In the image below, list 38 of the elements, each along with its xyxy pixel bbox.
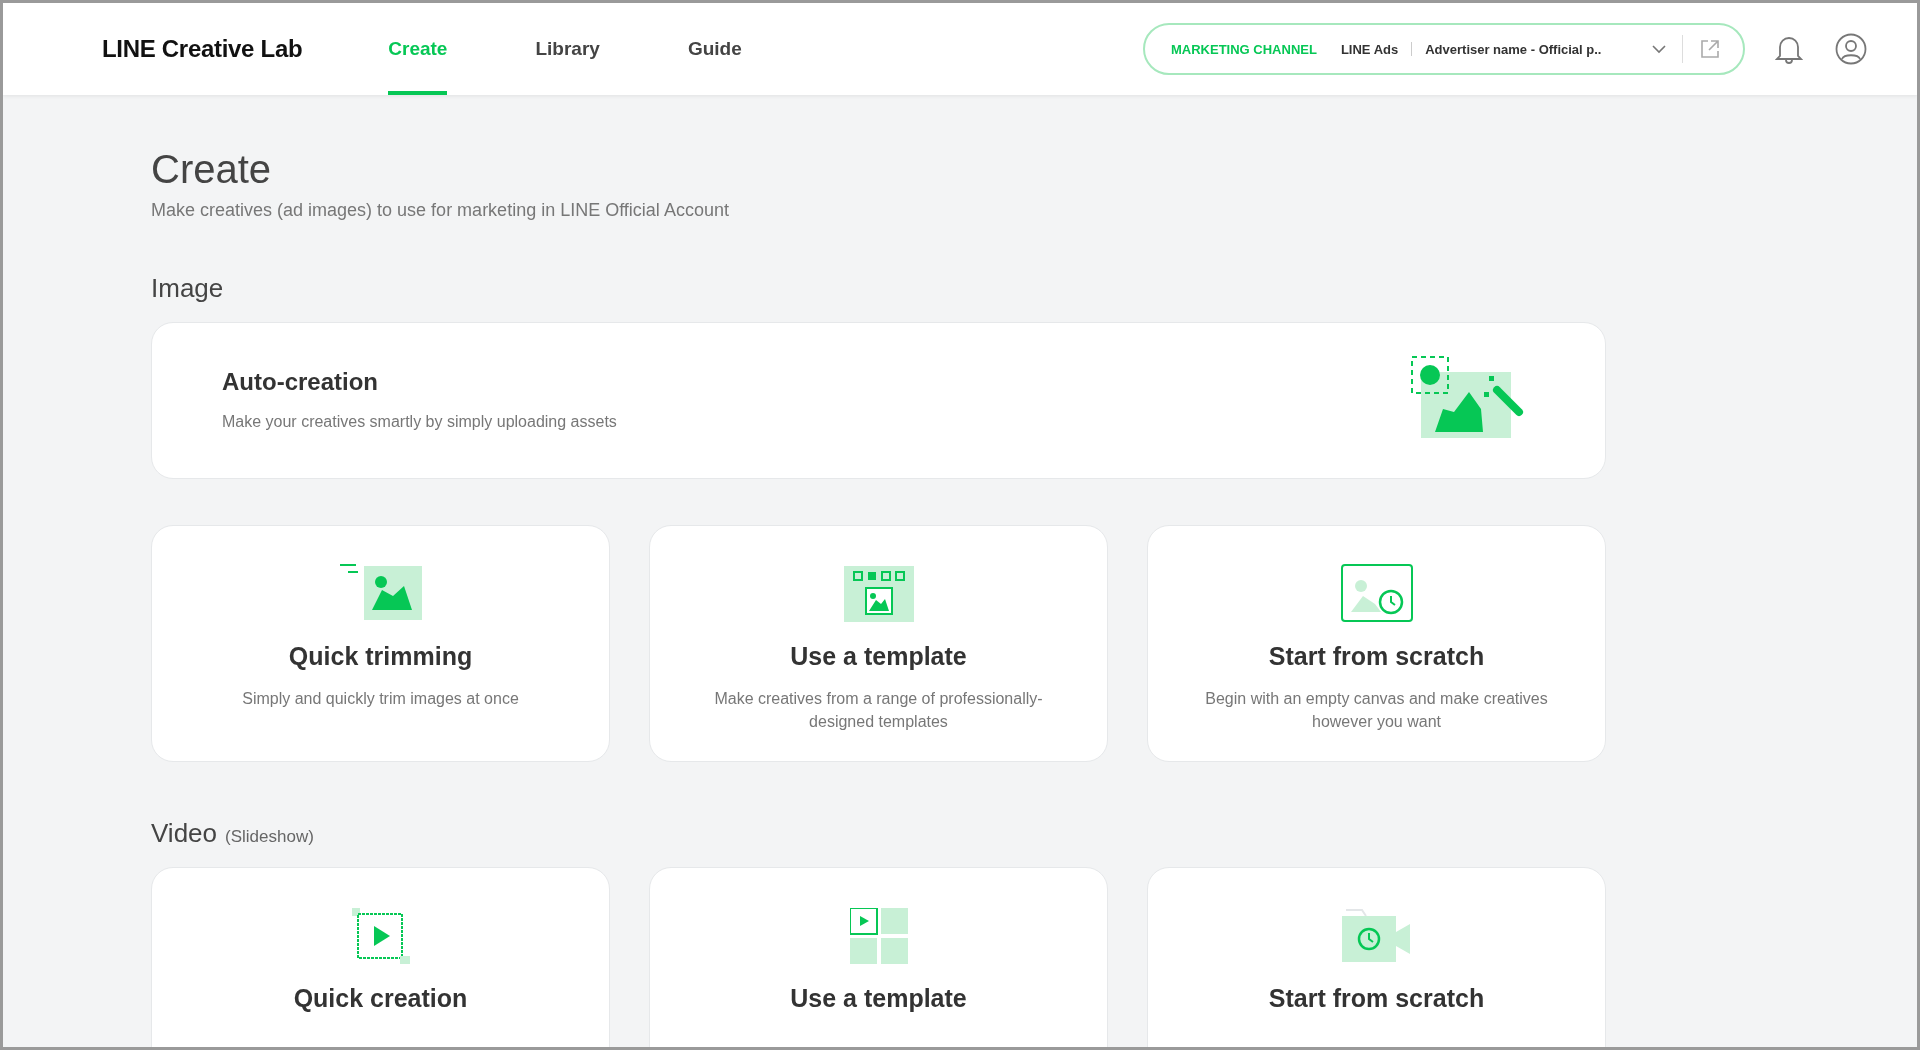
- section-heading: Video: [151, 818, 218, 849]
- feature-card[interactable]: Use a template: [649, 867, 1108, 1047]
- camera-clock-icon: [1341, 908, 1412, 964]
- user-avatar-icon[interactable]: [1835, 33, 1867, 65]
- feature-card[interactable]: Start from scratch: [1147, 867, 1606, 1047]
- template-grid-icon: [843, 566, 914, 622]
- card-title: Quick trimming: [288, 642, 473, 671]
- page-subtitle: Make creatives (ad images) to use for marketing in LINE Official Account: [151, 200, 730, 221]
- card-description: Make creatives from a range of professionally-designed templates: [713, 689, 1044, 732]
- card-title: Auto-creation: [222, 368, 379, 396]
- card-description: Begin with an empty canvas and make creatives however you want: [1204, 689, 1549, 732]
- account-name: Advertiser name - Official p..: [1425, 41, 1603, 57]
- channel-selector[interactable]: MARKETING CHANNEL LINE Ads Advertiser name - Official p..: [1143, 23, 1745, 75]
- section-note: (Slideshow): [225, 827, 314, 847]
- card-description: Simply and quickly trim images at once: [242, 689, 519, 709]
- section-heading: Image: [151, 273, 224, 304]
- nav-tab[interactable]: Guide: [687, 3, 742, 95]
- play-frame-icon: [351, 908, 410, 964]
- feature-card[interactable]: Start from scratch Begin with an empty canvas and make creatives however you want: [1147, 525, 1606, 762]
- card-title: Quick creation: [293, 984, 468, 1013]
- channel-label: MARKETING CHANNEL: [1171, 41, 1317, 57]
- image-clock-icon: [1340, 564, 1413, 622]
- feature-banner-card[interactable]: Auto-creation Make your creatives smartly by simply uploading assets: [151, 322, 1606, 479]
- bell-icon[interactable]: [1775, 34, 1803, 64]
- feature-card[interactable]: Quick creation: [151, 867, 610, 1047]
- card-title: Use a template: [790, 642, 967, 671]
- nav-tab[interactable]: Library: [535, 3, 600, 95]
- feature-card[interactable]: Quick trimming Simply and quickly trim images at once: [151, 525, 610, 762]
- feature-card[interactable]: Use a template Make creatives from a range of professionally-designed templates: [649, 525, 1108, 762]
- card-title: Use a template: [790, 984, 967, 1013]
- video-template-icon: [849, 908, 908, 964]
- card-title: Start from scratch: [1268, 984, 1485, 1013]
- trim-image-icon: [337, 562, 424, 622]
- card-title: Start from scratch: [1268, 642, 1485, 671]
- card-description: Make your creatives smartly by simply uploading assets: [222, 412, 618, 432]
- app-logo: LINE Creative Lab: [102, 35, 303, 63]
- page-title: Create: [151, 147, 273, 192]
- service-name: LINE Ads: [1340, 41, 1399, 57]
